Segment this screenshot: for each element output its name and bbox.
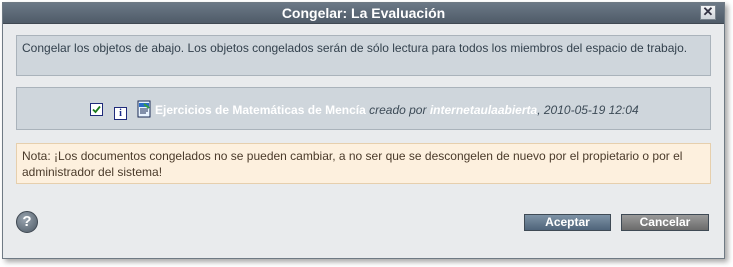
item-date: , 2010-05-19 12:04 (537, 103, 639, 117)
item-title-link[interactable]: Ejercicios de Matemáticas de Mencía (155, 103, 366, 117)
info-icon[interactable]: i (114, 107, 127, 120)
close-button[interactable]: ✕ (700, 5, 716, 20)
item-author: internetaulaabierta (429, 103, 538, 117)
description-text: Congelar los objetos de abajo. Los objet… (22, 41, 688, 55)
description-panel: Congelar los objetos de abajo. Los objet… (16, 35, 711, 76)
document-icon (137, 100, 151, 118)
item-panel: i Ejercicios de Matemáticas de Mencía cr… (16, 87, 711, 130)
accept-button[interactable]: Aceptar (524, 214, 611, 231)
created-by-label: creado por (369, 103, 427, 117)
cancel-button[interactable]: Cancelar (621, 214, 709, 231)
help-button[interactable]: ? (16, 211, 38, 233)
close-icon: ✕ (702, 4, 714, 19)
warning-note: Nota: ¡Los documentos congelados no se p… (16, 143, 711, 184)
checkbox-icon (92, 105, 101, 114)
dialog-titlebar: Congelar: La Evaluación ✕ (3, 3, 724, 24)
freeze-dialog: Congelar: La Evaluación ✕ Congelar los o… (2, 2, 725, 259)
note-text: Nota: ¡Los documentos congelados no se p… (22, 149, 683, 179)
help-icon: ? (22, 213, 32, 230)
item-checkbox[interactable] (90, 103, 103, 116)
dialog-title: Congelar: La Evaluación (281, 5, 446, 21)
item-row: i Ejercicios de Matemáticas de Mencía cr… (90, 100, 639, 120)
